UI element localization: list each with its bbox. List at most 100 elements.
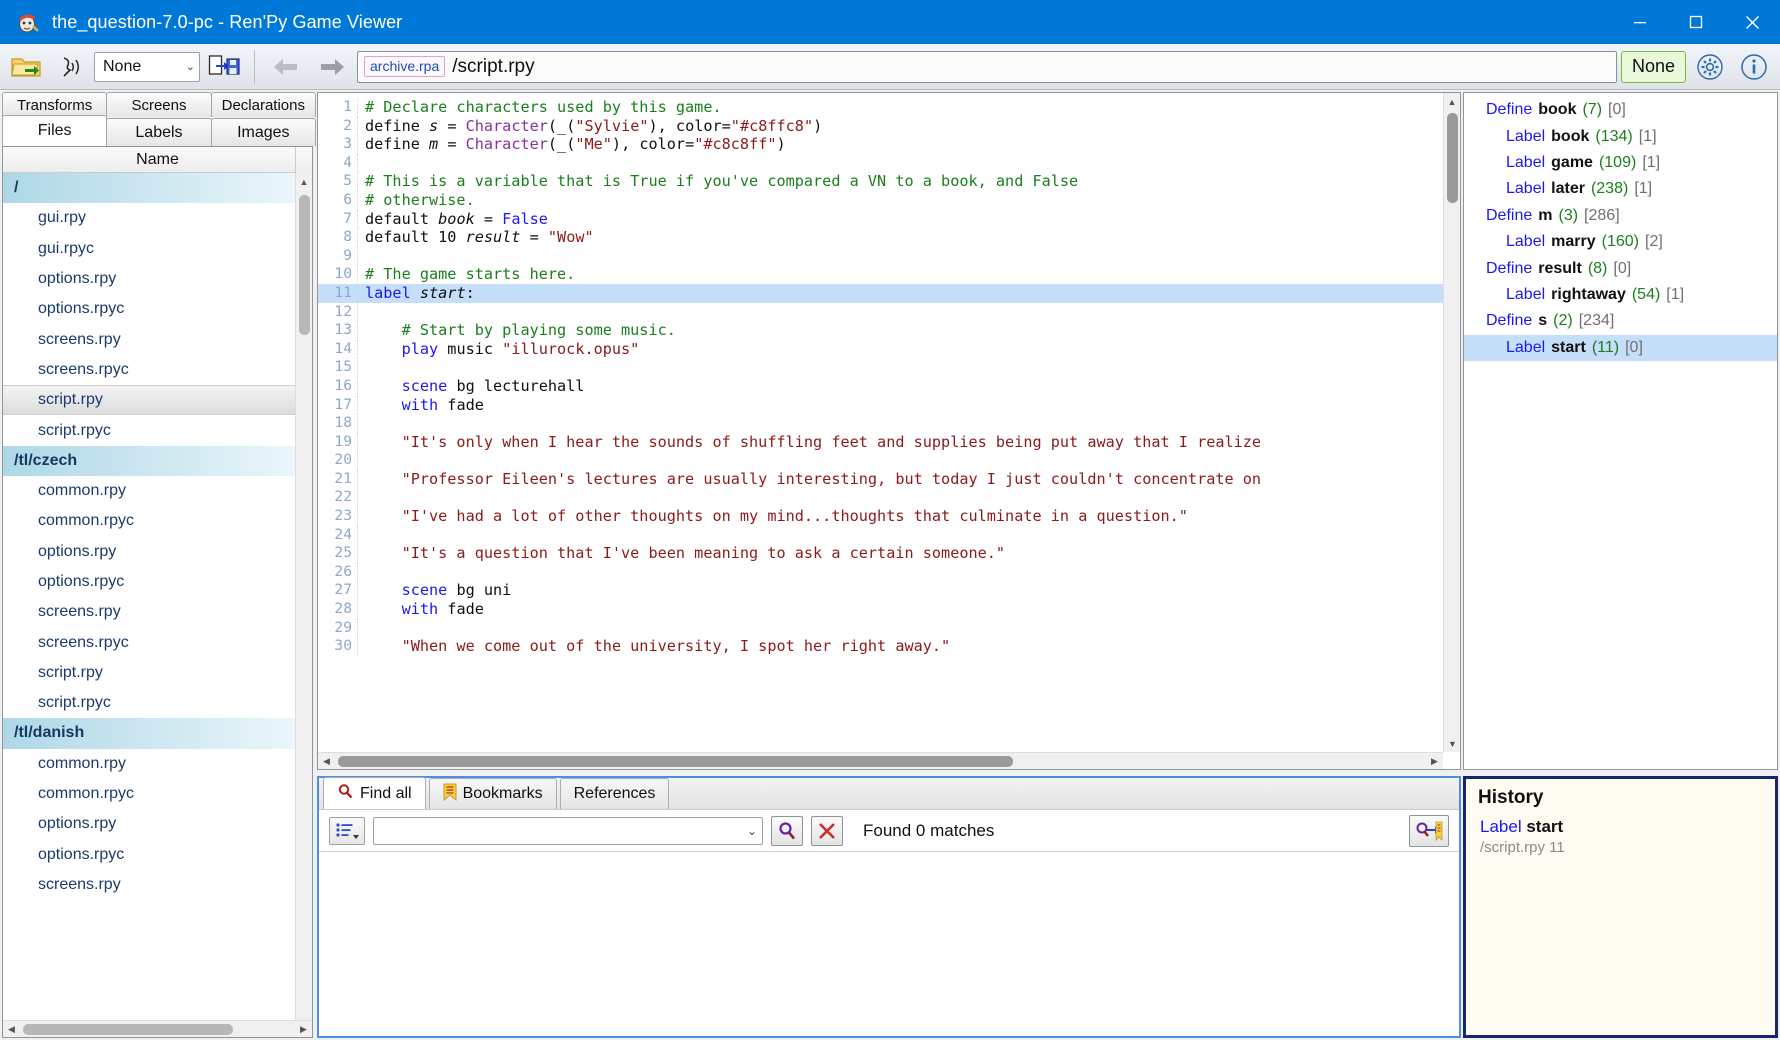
line-number: 15 xyxy=(318,358,358,377)
tree-file-row[interactable]: screens.rpyc xyxy=(3,355,295,385)
tree-file-row[interactable]: options.rpy xyxy=(3,264,295,294)
tree-file-row[interactable]: options.rpy xyxy=(3,537,295,567)
vscroll-thumb[interactable] xyxy=(299,195,310,335)
tab-declarations[interactable]: Declarations xyxy=(210,92,316,117)
scroll-right-icon[interactable]: ▶ xyxy=(295,1021,312,1038)
tree-file-row[interactable]: options.rpy xyxy=(3,809,295,839)
editor-vscrollbar[interactable]: ▲ ▼ xyxy=(1443,93,1460,752)
symbol-row[interactable]: Label book (134) [1] xyxy=(1464,123,1777,149)
editor-hscrollbar[interactable]: ◀ ▶ xyxy=(318,752,1443,769)
code-line: 18 xyxy=(318,414,1443,433)
find-tab-find-all[interactable]: Find all xyxy=(323,777,426,809)
tree-file-row[interactable]: common.rpyc xyxy=(3,779,295,809)
editor-hscroll-thumb[interactable] xyxy=(338,756,1013,767)
tree-file-row[interactable]: common.rpy xyxy=(3,476,295,506)
find-tab-references[interactable]: References xyxy=(559,778,670,809)
tree-file-row[interactable]: common.rpyc xyxy=(3,506,295,536)
code-token: default xyxy=(365,209,439,228)
line-text: with fade xyxy=(358,600,484,619)
forward-button[interactable] xyxy=(311,50,353,84)
maximize-button[interactable] xyxy=(1668,0,1724,44)
code-editor[interactable]: 1 # Declare characters used by this game.… xyxy=(317,92,1461,770)
tree-group-row[interactable]: / xyxy=(3,173,295,204)
file-tree-vscrollbar[interactable]: ▲ xyxy=(295,173,312,1020)
tree-column-header[interactable]: Name xyxy=(3,147,312,173)
hscroll-thumb[interactable] xyxy=(23,1024,233,1035)
tree-file-row[interactable]: script.rpyc xyxy=(3,415,295,445)
tab-files[interactable]: Files xyxy=(2,115,108,146)
code-line: 22 xyxy=(318,488,1443,508)
close-button[interactable] xyxy=(1724,0,1780,44)
gear-icon[interactable] xyxy=(1690,49,1730,85)
editor-scroll-right-icon[interactable]: ▶ xyxy=(1426,753,1443,769)
symbol-row[interactable]: Label later (238) [1] xyxy=(1464,176,1777,202)
find-panel-tabs: Find all Bookmarks References xyxy=(319,777,1459,810)
minimize-button[interactable] xyxy=(1612,0,1668,44)
language-none-button[interactable]: None xyxy=(1620,50,1686,83)
find-results-list[interactable] xyxy=(319,852,1459,1036)
back-button[interactable] xyxy=(265,50,307,84)
editor-scroll-left-icon[interactable]: ◀ xyxy=(318,753,335,769)
file-tree-hscrollbar[interactable]: ◀ ▶ xyxy=(3,1020,312,1037)
code-token: fade xyxy=(438,600,484,619)
toolbar-separator xyxy=(254,49,255,84)
history-item[interactable]: Label start/script.rpy 11 xyxy=(1466,813,1775,858)
tree-group-row[interactable]: /tl/danish xyxy=(3,718,295,749)
tree-row-label: script.rpyc xyxy=(38,421,111,439)
symbol-row[interactable]: Define book (7) [0] xyxy=(1464,97,1777,123)
scroll-up-icon[interactable]: ▲ xyxy=(296,173,312,190)
symbol-row[interactable]: Label game (109) [1] xyxy=(1464,150,1777,176)
info-icon[interactable] xyxy=(1734,49,1774,85)
tree-file-row[interactable]: options.rpyc xyxy=(3,567,295,597)
line-text: # The game starts here. xyxy=(358,265,575,284)
symbol-kind: Label xyxy=(1506,127,1546,145)
tree-group-row[interactable]: /tl/czech xyxy=(3,445,295,476)
tab-labels[interactable]: Labels xyxy=(106,118,212,146)
editor-vscroll-thumb[interactable] xyxy=(1447,113,1458,203)
tree-file-row[interactable]: screens.rpy xyxy=(3,324,295,354)
tree-file-row[interactable]: script.rpy xyxy=(3,385,295,416)
export-save-icon[interactable] xyxy=(204,49,244,85)
tree-file-row[interactable]: options.rpyc xyxy=(3,840,295,870)
symbol-list[interactable]: Define book (7) [0] Label book (134) [1] Label ga… xyxy=(1463,92,1778,770)
find-bookmark-icon[interactable] xyxy=(1409,814,1449,847)
tree-file-row[interactable]: screens.rpyc xyxy=(3,627,295,657)
symbol-row[interactable]: Define result (8) [0] xyxy=(1464,255,1777,281)
history-title: History xyxy=(1478,787,1544,808)
open-folder-icon[interactable] xyxy=(6,49,46,85)
tree-file-row[interactable]: script.rpyc xyxy=(3,688,295,718)
voice-speaker-icon[interactable] xyxy=(50,49,90,85)
tree-file-row[interactable]: gui.rpyc xyxy=(3,234,295,264)
search-input[interactable]: ⌄ xyxy=(373,816,763,845)
tab-screens[interactable]: Screens xyxy=(106,92,212,117)
list-options-icon[interactable] xyxy=(329,816,365,845)
code-line: 27 scene bg uni xyxy=(318,581,1443,601)
symbol-name: marry xyxy=(1551,233,1596,251)
tree-file-row[interactable]: screens.rpy xyxy=(3,870,295,900)
tree-file-row[interactable]: gui.rpy xyxy=(3,203,295,233)
symbol-row[interactable]: Define s (2) [234] xyxy=(1464,308,1777,334)
symbol-row[interactable]: Define m (3) [286] xyxy=(1464,203,1777,229)
tree-row-label: common.rpy xyxy=(38,754,127,772)
tab-label: Declarations xyxy=(221,96,305,114)
tab-images[interactable]: Images xyxy=(210,118,316,146)
path-bar[interactable]: archive.rpa /script.rpy xyxy=(357,50,1617,83)
tree-file-row[interactable]: script.rpy xyxy=(3,658,295,688)
find-tab-bookmarks[interactable]: Bookmarks xyxy=(428,778,557,809)
symbol-row[interactable]: Label rightaway (54) [1] xyxy=(1464,282,1777,308)
voice-language-combo[interactable]: None ⌄ xyxy=(94,51,200,82)
symbol-name: start xyxy=(1551,338,1586,356)
tree-file-row[interactable]: screens.rpy xyxy=(3,597,295,627)
symbol-row[interactable]: Label marry (160) [2] xyxy=(1464,229,1777,255)
editor-scroll-up-icon[interactable]: ▲ xyxy=(1444,93,1460,110)
current-path: /script.rpy xyxy=(452,55,535,77)
editor-scroll-down-icon[interactable]: ▼ xyxy=(1444,735,1460,752)
tree-file-row[interactable]: options.rpyc xyxy=(3,294,295,324)
tree-row-label: options.rpy xyxy=(38,542,117,560)
tree-file-row[interactable]: common.rpy xyxy=(3,749,295,779)
scroll-left-icon[interactable]: ◀ xyxy=(3,1021,20,1038)
search-button[interactable] xyxy=(771,815,803,846)
tab-transforms[interactable]: Transforms xyxy=(2,92,108,117)
symbol-row[interactable]: Label start (11) [0] xyxy=(1464,334,1777,361)
clear-search-button[interactable] xyxy=(811,815,843,846)
